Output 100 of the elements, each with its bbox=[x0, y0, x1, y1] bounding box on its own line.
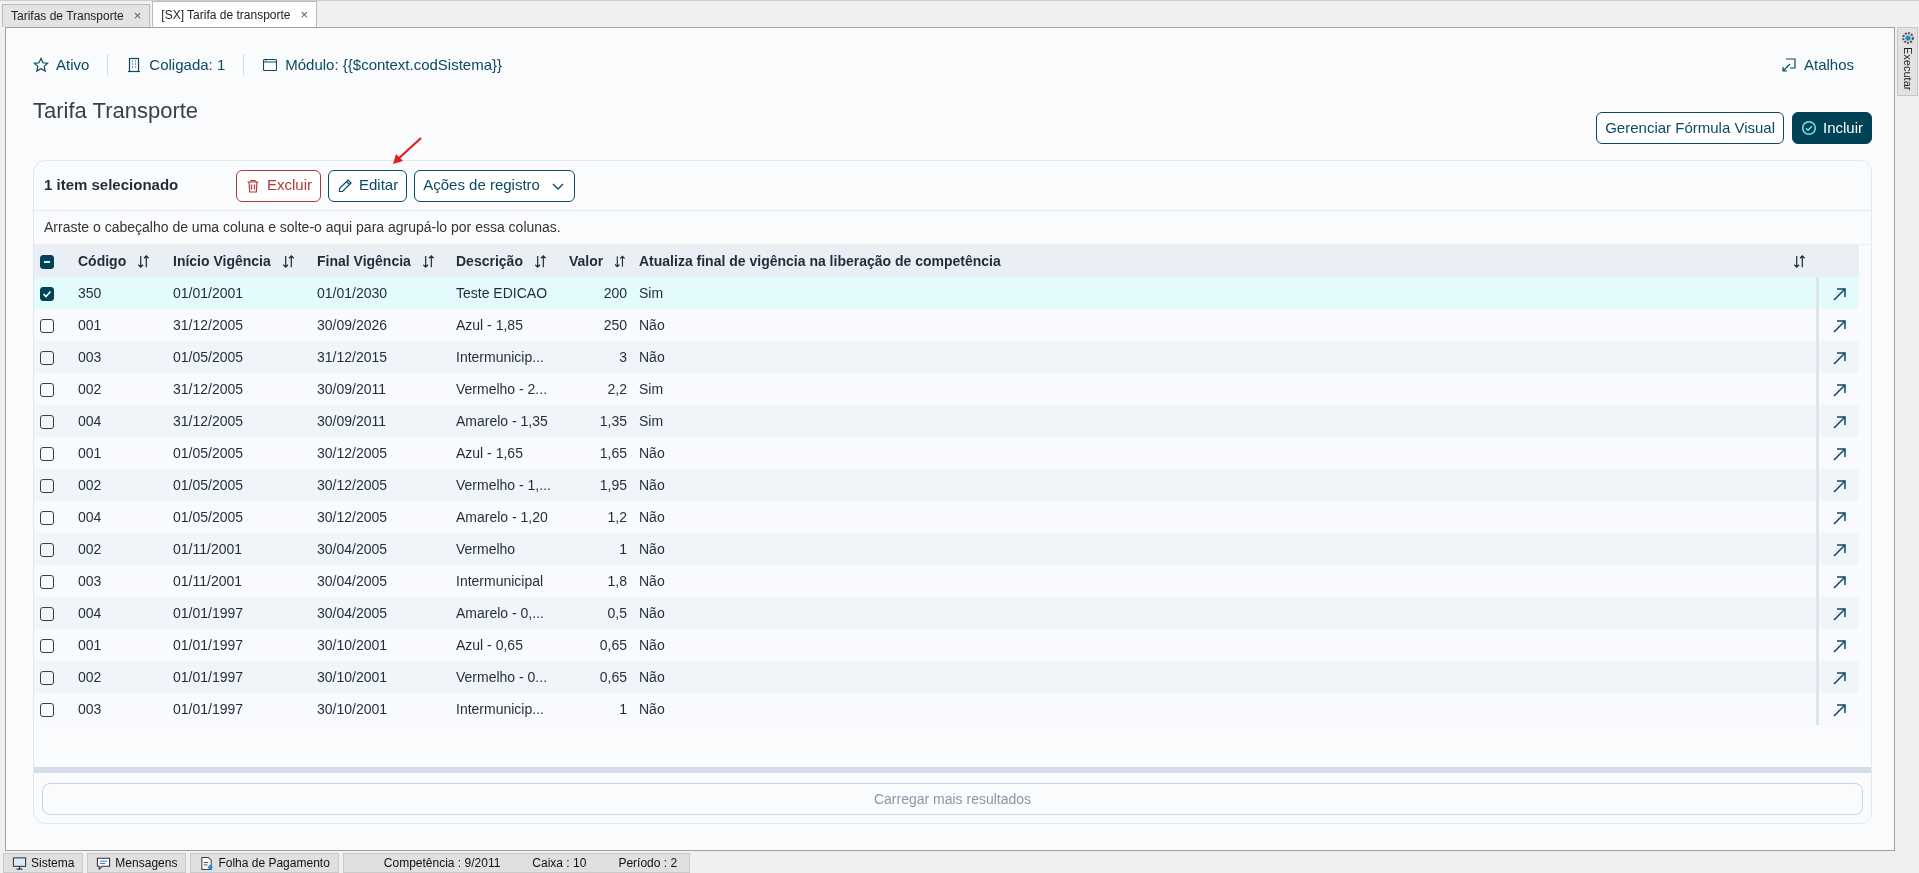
side-panel-label: Executar bbox=[1900, 47, 1915, 91]
table-cell: 004 bbox=[78, 412, 102, 429]
status-panel[interactable]: Mensagens bbox=[87, 853, 187, 873]
row-checkbox[interactable] bbox=[40, 318, 54, 333]
table-cell: Não bbox=[639, 540, 665, 557]
record-actions-dropdown[interactable]: Ações de registro bbox=[414, 169, 575, 202]
table-cell: 30/09/2011 bbox=[317, 412, 387, 429]
row-checkbox[interactable] bbox=[40, 414, 54, 429]
table-cell: 004 bbox=[78, 508, 102, 525]
star-icon bbox=[33, 57, 49, 73]
table-cell: 250 bbox=[603, 316, 627, 333]
row-checkbox[interactable] bbox=[40, 606, 54, 621]
table-cell: 30/09/2011 bbox=[317, 380, 387, 397]
table-cell: 003 bbox=[78, 700, 102, 717]
side-panel-tab[interactable]: Executar bbox=[1897, 27, 1918, 97]
table-cell: Não bbox=[639, 348, 665, 365]
row-checkbox[interactable] bbox=[40, 350, 54, 365]
scrollbar[interactable] bbox=[34, 767, 1871, 773]
sort-icon[interactable] bbox=[420, 253, 436, 269]
table-cell: Sim bbox=[639, 412, 664, 429]
page-title: Tarifa Transporte bbox=[33, 98, 199, 125]
table-cell: 01/01/1997 bbox=[173, 604, 244, 621]
table-cell: 0,5 bbox=[607, 604, 627, 621]
status-info: Período : 2 bbox=[618, 855, 678, 872]
shortcuts-link[interactable]: Atalhos bbox=[1762, 53, 1872, 77]
edit-button[interactable]: Editar bbox=[328, 169, 408, 202]
row-checkbox[interactable] bbox=[40, 446, 54, 461]
table-cell: 3 bbox=[619, 348, 627, 365]
table-cell: 01/01/1997 bbox=[173, 700, 244, 717]
table-cell: Amarelo - 1,35 bbox=[456, 412, 548, 429]
table-cell: 003 bbox=[78, 348, 102, 365]
sort-icon[interactable] bbox=[532, 253, 548, 269]
include-button[interactable]: Incluir bbox=[1792, 112, 1872, 144]
table-cell: 2,2 bbox=[607, 380, 627, 397]
row-checkbox[interactable] bbox=[40, 478, 54, 493]
selection-count: 1 item selecionado bbox=[44, 175, 180, 196]
table-cell: 30/09/2026 bbox=[317, 316, 388, 333]
table-cell: 002 bbox=[78, 380, 102, 397]
delete-button[interactable]: Excluir bbox=[236, 169, 321, 202]
table-cell: 30/04/2005 bbox=[317, 604, 388, 621]
sort-icon[interactable] bbox=[613, 253, 627, 269]
table-cell: 30/10/2001 bbox=[317, 700, 388, 717]
table-cell: Não bbox=[639, 668, 665, 685]
gear-icon bbox=[1900, 31, 1915, 45]
row-checkbox[interactable] bbox=[40, 510, 54, 525]
table-cell: 01/01/1997 bbox=[173, 636, 244, 653]
table-cell: Teste EDICAO bbox=[456, 284, 548, 301]
document-tab[interactable]: [SX] Tarifa de transporte × bbox=[152, 1, 318, 27]
close-button[interactable]: × bbox=[133, 6, 142, 26]
table-cell: 1,65 bbox=[599, 444, 627, 461]
table-cell: 1 bbox=[619, 700, 627, 717]
table-cell: 01/11/2001 bbox=[173, 540, 243, 557]
row-checkbox[interactable] bbox=[40, 382, 54, 397]
close-button[interactable]: × bbox=[300, 4, 309, 25]
row-checkbox[interactable] bbox=[40, 638, 54, 653]
table-cell: 0,65 bbox=[599, 636, 627, 653]
status-panel[interactable]: Sistema bbox=[3, 853, 84, 873]
table-cell: Sim bbox=[639, 380, 664, 397]
building-icon bbox=[126, 57, 143, 73]
table-cell: 002 bbox=[78, 540, 102, 557]
monitor-icon bbox=[12, 855, 27, 871]
table-cell: 1 bbox=[619, 540, 627, 557]
row-checkbox[interactable] bbox=[40, 286, 54, 301]
table-cell: 0,65 bbox=[599, 668, 627, 685]
row-checkbox[interactable] bbox=[40, 574, 54, 589]
table-cell: Vermelho - 0... bbox=[456, 668, 548, 685]
select-all-checkbox[interactable] bbox=[40, 254, 54, 269]
table-cell: 003 bbox=[78, 572, 102, 589]
annotation-arrow bbox=[391, 136, 423, 166]
table-cell: Vermelho - 2... bbox=[456, 380, 548, 397]
row-checkbox[interactable] bbox=[40, 542, 54, 557]
table-cell: Não bbox=[639, 572, 665, 589]
document-tab[interactable]: Tarifas de Transporte × bbox=[2, 4, 151, 27]
table-cell: 1,95 bbox=[599, 476, 627, 493]
message-icon bbox=[96, 855, 112, 871]
table-cell: 01/01/2030 bbox=[317, 284, 388, 301]
table-cell: Intermunicip... bbox=[456, 348, 544, 365]
table-cell: 31/12/2005 bbox=[173, 316, 244, 333]
sort-icon[interactable] bbox=[1792, 253, 1807, 269]
table-cell: 01/05/2005 bbox=[173, 476, 244, 493]
shortcut-icon bbox=[1780, 57, 1797, 73]
table-cell: 30/10/2001 bbox=[317, 636, 388, 653]
formula-button[interactable]: Gerenciar Fórmula Visual bbox=[1596, 112, 1784, 144]
table-cell: 01/11/2001 bbox=[173, 572, 243, 589]
row-checkbox[interactable] bbox=[40, 670, 54, 685]
sort-icon[interactable] bbox=[280, 253, 296, 269]
table-cell: Azul - 1,65 bbox=[456, 444, 523, 461]
table-cell: 200 bbox=[603, 284, 627, 301]
document-icon bbox=[199, 855, 215, 871]
table-cell: 31/12/2005 bbox=[173, 412, 244, 429]
info-label: Coligada: 1 bbox=[149, 54, 226, 75]
status-panel[interactable]: Folha de Pagamento bbox=[190, 853, 339, 873]
row-checkbox[interactable] bbox=[40, 702, 54, 717]
table-cell: Amarelo - 1,20 bbox=[456, 508, 548, 525]
table-cell: 004 bbox=[78, 604, 102, 621]
table-cell: 1,35 bbox=[599, 412, 627, 429]
table-cell: 30/12/2005 bbox=[317, 444, 388, 461]
table-cell: 1,2 bbox=[607, 508, 627, 525]
table-cell: 350 bbox=[78, 284, 102, 301]
sort-icon[interactable] bbox=[136, 253, 152, 269]
